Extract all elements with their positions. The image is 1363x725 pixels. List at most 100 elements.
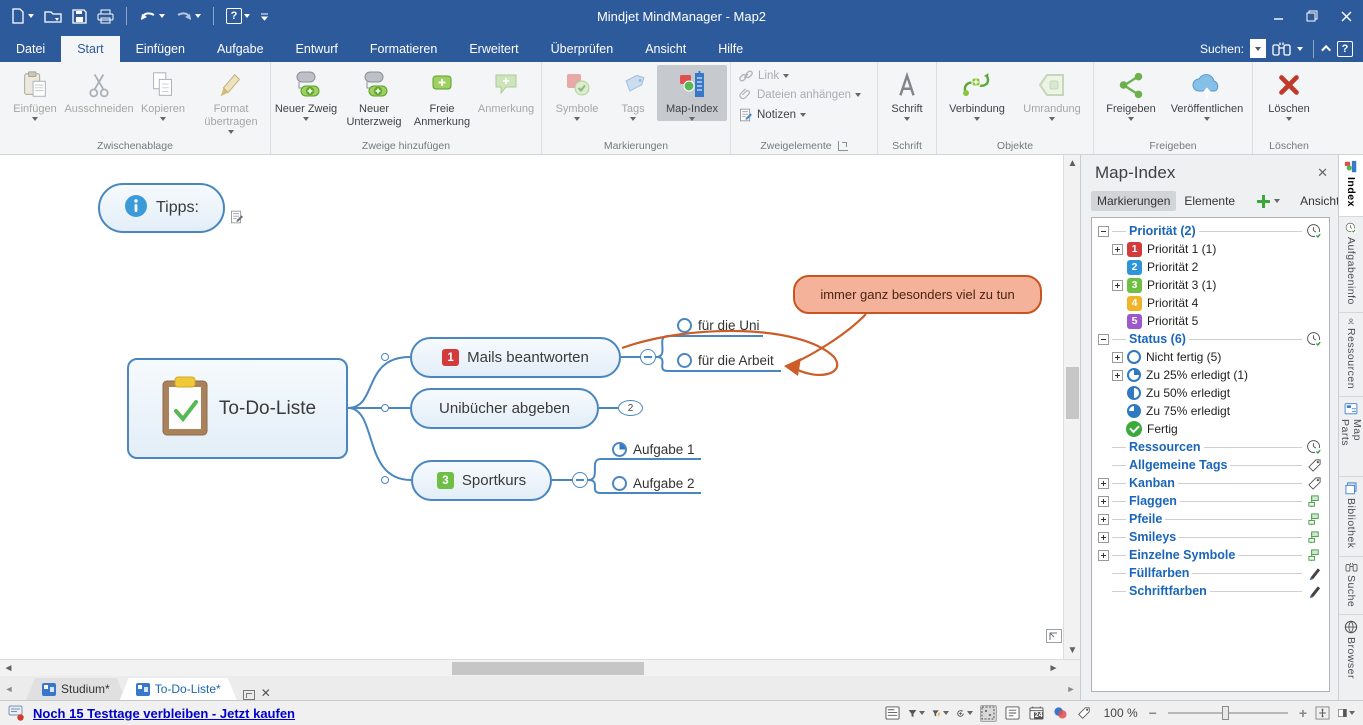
tree-item-prioritaet-1[interactable]: 1 Priorität 1 (1): [1094, 240, 1327, 258]
tab-erweitert[interactable]: Erweitert: [453, 36, 534, 62]
tags-button[interactable]: Tags: [609, 65, 657, 121]
callout-topic[interactable]: immer ganz besonders viel zu tun: [793, 275, 1042, 314]
fit-map-zoom-button[interactable]: [1314, 705, 1331, 722]
restore-button[interactable]: [1295, 3, 1329, 29]
open-button[interactable]: [42, 7, 64, 26]
calendar-button[interactable]: 24: [1028, 705, 1045, 722]
expand-icon[interactable]: [1098, 514, 1109, 525]
tree-group-ressourcen[interactable]: Ressourcen: [1094, 438, 1327, 456]
subtopic-fuer-die-uni[interactable]: für die Uni: [677, 318, 760, 333]
link-button[interactable]: Link: [734, 68, 793, 84]
zoom-slider-thumb[interactable]: [1222, 706, 1229, 720]
tab-hilfe[interactable]: Hilfe: [702, 36, 759, 62]
tree-item-zu-75[interactable]: Zu 75% erledigt: [1094, 402, 1327, 420]
vertical-scrollbar[interactable]: ▲ ▼: [1063, 155, 1080, 659]
new-document-button[interactable]: [8, 6, 36, 26]
clock-filter-icon[interactable]: [1305, 223, 1323, 240]
ribbon-help-button[interactable]: ?: [1337, 41, 1353, 57]
clock-filter-icon[interactable]: [1305, 439, 1323, 456]
print-button[interactable]: [95, 7, 116, 26]
callout-button[interactable]: Anmerkung: [474, 65, 538, 116]
redo-button[interactable]: [173, 7, 203, 25]
scroll-left-arrow[interactable]: ◄: [0, 660, 17, 677]
tree-item-prioritaet-3[interactable]: 3 Priorität 3 (1): [1094, 276, 1327, 294]
panel-tab-markierungen[interactable]: Markierungen: [1091, 191, 1176, 211]
map-canvas[interactable]: Tipps: To-Do-Liste 1 Mails beantworten U…: [0, 155, 1080, 659]
paste-button[interactable]: Einfügen: [3, 65, 67, 121]
help-button[interactable]: ?: [224, 6, 252, 26]
tab-entwurf[interactable]: Entwurf: [280, 36, 354, 62]
cut-button[interactable]: Ausschneiden: [67, 65, 131, 116]
tab-scroll-right[interactable]: ►: [1062, 678, 1080, 700]
format-painter-button[interactable]: Format übertragen: [195, 65, 267, 134]
dialog-launcher-icon[interactable]: [838, 141, 848, 151]
search-scope-dropdown[interactable]: [1250, 39, 1266, 58]
marker-group-icon[interactable]: [1305, 494, 1323, 509]
tree-group-pfeile[interactable]: Pfeile: [1094, 510, 1327, 528]
tree-item-prioritaet-2[interactable]: 2 Priorität 2: [1094, 258, 1327, 276]
expand-icon[interactable]: [1098, 496, 1109, 507]
tree-group-flaggen[interactable]: Flaggen: [1094, 492, 1327, 510]
expand-icon[interactable]: [1098, 532, 1109, 543]
pen-icon[interactable]: [1305, 584, 1323, 599]
tags-toggle-button[interactable]: [1076, 705, 1093, 722]
notes-marker-icon[interactable]: [229, 209, 244, 230]
panel-close-icon[interactable]: ✕: [1317, 165, 1328, 181]
tag-icon[interactable]: [1305, 458, 1323, 473]
pane-tab-bibliothek[interactable]: Bibliothek: [1339, 477, 1363, 557]
tree-group-schriftfarben[interactable]: Schriftfarben: [1094, 582, 1327, 600]
collapse-branch-button[interactable]: [640, 349, 656, 365]
marker-group-icon[interactable]: [1305, 512, 1323, 527]
tree-group-smileys[interactable]: Smileys: [1094, 528, 1327, 546]
tab-einfuegen[interactable]: Einfügen: [120, 36, 201, 62]
marker-colors-button[interactable]: [1052, 705, 1069, 722]
undo-button[interactable]: [137, 7, 167, 25]
power-filter-button[interactable]: [932, 705, 949, 722]
notes-button[interactable]: Notizen: [734, 106, 810, 124]
pane-tab-index[interactable]: Index: [1339, 155, 1363, 217]
font-button[interactable]: Schrift: [881, 65, 933, 121]
tree-group-einzelne-symbole[interactable]: Einzelne Symbole: [1094, 546, 1327, 564]
horizontal-scrollbar[interactable]: ◄ ►: [0, 659, 1080, 676]
vertical-scroll-thumb[interactable]: [1066, 367, 1079, 419]
zoom-in-button[interactable]: +: [1299, 705, 1307, 721]
delete-button[interactable]: Löschen: [1256, 65, 1322, 121]
relationship-button[interactable]: Verbindung: [940, 65, 1014, 121]
expand-icon[interactable]: [1112, 352, 1123, 363]
tab-ansicht[interactable]: Ansicht: [629, 36, 702, 62]
pane-tab-ressourcen[interactable]: Ressourcen: [1339, 313, 1363, 397]
float-tab-icon[interactable]: [243, 690, 255, 700]
scroll-up-arrow[interactable]: ▲: [1064, 155, 1080, 172]
pen-icon[interactable]: [1305, 566, 1323, 581]
panel-tab-elemente[interactable]: Elemente: [1178, 191, 1241, 211]
expand-icon[interactable]: [1098, 478, 1109, 489]
tree-group-status[interactable]: Status (6): [1094, 330, 1327, 348]
pane-tab-suche[interactable]: Suche: [1339, 557, 1363, 615]
new-topic-button[interactable]: Neuer Zweig: [274, 65, 338, 121]
topic-sportkurs[interactable]: 3 Sportkurs: [411, 460, 552, 501]
subtopic-aufgabe-2[interactable]: Aufgabe 2: [612, 476, 695, 491]
zoom-slider[interactable]: [1168, 712, 1288, 714]
publish-button[interactable]: Veröffentlichen: [1165, 65, 1249, 121]
tree-group-prioritaet[interactable]: Priorität (2): [1094, 222, 1327, 240]
tree-group-kanban[interactable]: Kanban: [1094, 474, 1327, 492]
select-mode-button[interactable]: [980, 705, 997, 722]
collapse-expander[interactable]: [1098, 226, 1109, 237]
marker-group-icon[interactable]: [1305, 548, 1323, 563]
refresh-filter-button[interactable]: [956, 705, 973, 722]
close-tab-icon[interactable]: ✕: [255, 686, 277, 700]
pane-tab-browser[interactable]: Browser: [1339, 615, 1363, 700]
save-button[interactable]: [70, 7, 89, 26]
expand-icon[interactable]: [1112, 370, 1123, 381]
trial-purchase-link[interactable]: Noch 15 Testtage verbleiben - Jetzt kauf…: [33, 706, 295, 721]
clock-filter-icon[interactable]: [1305, 331, 1323, 348]
close-button[interactable]: [1329, 3, 1363, 29]
subtopic-fuer-die-arbeit[interactable]: für die Arbeit: [677, 353, 774, 368]
filter-button[interactable]: [908, 705, 925, 722]
minimize-button[interactable]: [1261, 3, 1295, 29]
search-binoculars-icon[interactable]: [1272, 41, 1291, 56]
doc-tab-to-do-liste[interactable]: To-Do-Liste*: [120, 678, 237, 700]
pane-tab-aufgabeninfo[interactable]: Aufgabeninfo: [1339, 217, 1363, 313]
collapse-ribbon-icon[interactable]: [1321, 45, 1331, 55]
floating-topic-tipps[interactable]: Tipps:: [98, 183, 225, 233]
